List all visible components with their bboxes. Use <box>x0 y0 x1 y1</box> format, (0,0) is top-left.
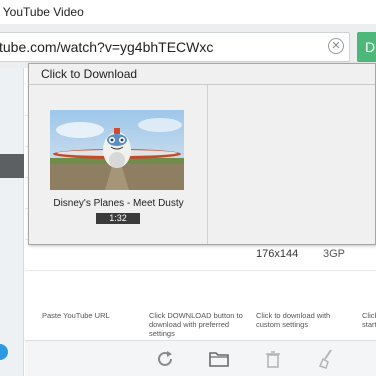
hint-step-2: Click DOWNLOAD button to download with p… <box>149 311 243 338</box>
trash-icon[interactable] <box>261 347 285 371</box>
download-button[interactable]: D <box>357 32 376 62</box>
hint-step-1: Paste YouTube URL <box>42 311 110 320</box>
download-popup: Click to Download Disney's Planes - Meet… <box>28 63 376 245</box>
clean-brush-icon[interactable] <box>315 347 339 371</box>
sidebar-item-selected[interactable] <box>0 154 24 178</box>
hint-step-4: Click start <box>362 311 376 329</box>
title-bar: l YouTube Video <box>0 0 376 24</box>
bottom-toolbar <box>25 340 376 376</box>
video-thumbnail[interactable] <box>50 110 184 190</box>
hint-step-3: Click to download with custom settings <box>256 311 331 329</box>
video-duration-badge: 1:32 <box>96 213 140 224</box>
video-title: Disney's Planes - Meet Dusty <box>53 198 184 209</box>
download-button-label: D <box>365 39 376 55</box>
popup-title: Click to Download <box>41 67 138 81</box>
left-sidebar <box>0 68 24 376</box>
url-bar: tube.com/watch?v=yg4bhTECWxc ✕ D <box>0 24 376 68</box>
clear-url-button[interactable]: ✕ <box>328 38 344 54</box>
refresh-icon[interactable] <box>153 347 177 371</box>
popup-header: Click to Download <box>29 64 375 85</box>
url-input[interactable]: tube.com/watch?v=yg4bhTECWxc <box>0 32 350 62</box>
url-input-value: tube.com/watch?v=yg4bhTECWxc <box>0 39 214 55</box>
folder-icon[interactable] <box>207 347 231 371</box>
close-icon: ✕ <box>331 40 341 52</box>
window-title: l YouTube Video <box>0 5 84 19</box>
video-preview: Disney's Planes - Meet Dusty 1:32 <box>29 85 208 244</box>
format-type: 3GP <box>323 248 346 260</box>
format-resolution: 176x144 <box>256 248 299 260</box>
